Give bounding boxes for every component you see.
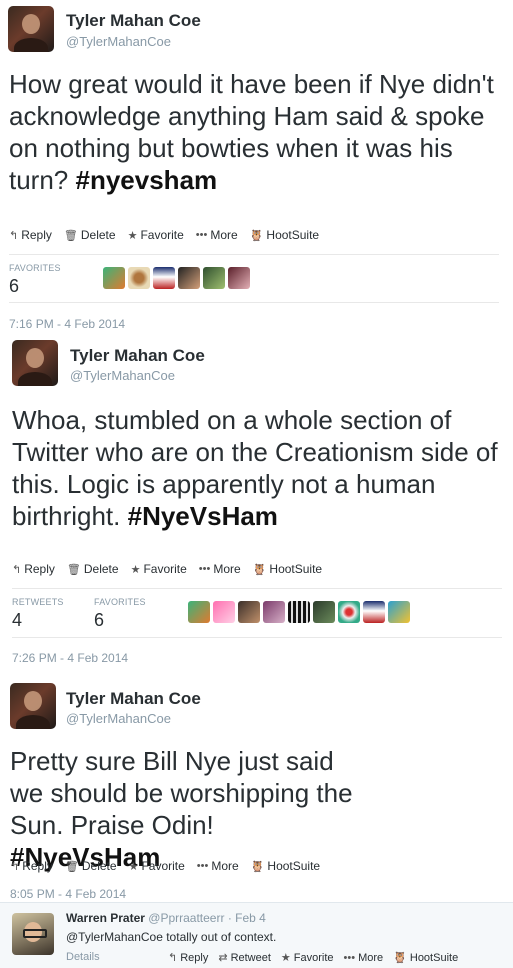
tweet-actions: ↰ Reply 🗑 Delete ★ Favorite ••• More 🦉 HootSu… (10, 859, 320, 873)
author-handle[interactable]: @TylerMahanCoe (70, 368, 175, 383)
trash-icon: 🗑 (66, 563, 81, 576)
tweet-text: How great would it have been if Nye didn… (9, 68, 504, 196)
details-link[interactable]: Details (66, 951, 100, 963)
reply-author-name[interactable]: Warren Prater (66, 911, 145, 925)
favorites-label: FAVORITES (94, 597, 146, 607)
retweet-icon: ⇄ (218, 952, 228, 964)
delete-button[interactable]: 🗑 Delete (65, 859, 117, 873)
more-button[interactable]: ••• More (197, 859, 239, 873)
reply-author: Warren Prater @Pprraatteerr · Feb 4 (66, 911, 266, 925)
hootsuite-button[interactable]: 🦉 HootSuite (393, 951, 458, 965)
more-button[interactable]: ••• More (344, 951, 384, 964)
favoriter-avatar[interactable] (263, 601, 285, 623)
hashtag-link[interactable]: #nyevsham (76, 165, 218, 195)
author-name[interactable]: Tyler Mahan Coe (66, 689, 201, 709)
tweet-actions: ↰ Reply 🗑 Delete ★ Favorite ••• More 🦉 HootSu… (12, 562, 322, 576)
favoriter-avatar[interactable] (313, 601, 335, 623)
reply-button[interactable]: ↰ Reply (168, 951, 208, 965)
favoriter-avatar[interactable] (103, 267, 125, 289)
retweets-label: RETWEETS (12, 597, 64, 607)
more-button[interactable]: ••• More (199, 562, 241, 576)
favoriter-avatars (103, 267, 250, 289)
favorites-count[interactable]: 6 (9, 276, 19, 297)
favorite-button[interactable]: ★ Favorite (128, 228, 184, 242)
hootsuite-owl-icon: 🦉 (252, 563, 267, 576)
timestamp[interactable]: 7:26 PM - 4 Feb 2014 (12, 651, 128, 665)
avatar[interactable] (10, 683, 56, 729)
timestamp[interactable]: 7:16 PM - 4 Feb 2014 (9, 317, 125, 331)
hootsuite-button[interactable]: 🦉 HootSuite (250, 228, 319, 242)
tweet-body: Pretty sure Bill Nye just said we should… (10, 746, 353, 840)
reply-tweet[interactable]: Warren Prater @Pprraatteerr · Feb 4 @Tyl… (0, 902, 513, 968)
favoriter-avatar[interactable] (388, 601, 410, 623)
ellipsis-icon: ••• (196, 860, 209, 872)
reply-actions: ↰ Reply ⇄ Retweet ★ Favorite ••• More 🦉 HootS… (168, 951, 458, 965)
favoriter-avatar[interactable] (213, 601, 235, 623)
favorite-button[interactable]: ★ Favorite (129, 859, 185, 873)
ellipsis-icon: ••• (195, 229, 208, 241)
favoriter-avatar[interactable] (338, 601, 360, 623)
retweets-count[interactable]: 4 (12, 610, 22, 631)
reply-button[interactable]: ↰ Reply (12, 562, 55, 576)
avatar[interactable] (12, 913, 54, 955)
reply-arrow-icon: ↰ (10, 860, 20, 873)
retweet-button[interactable]: ⇄ Retweet (218, 951, 271, 965)
reply-button[interactable]: ↰ Reply (10, 859, 53, 873)
hootsuite-owl-icon: 🦉 (393, 952, 407, 964)
favoriter-avatar[interactable] (153, 267, 175, 289)
favoriter-avatar[interactable] (128, 267, 150, 289)
reply-arrow-icon: ↰ (168, 952, 178, 964)
delete-button[interactable]: 🗑 Delete (64, 228, 116, 242)
trash-icon: 🗑 (64, 860, 79, 873)
favoriter-avatar[interactable] (238, 601, 260, 623)
favoriter-avatar[interactable] (178, 267, 200, 289)
trash-icon: 🗑 (63, 229, 78, 242)
timestamp[interactable]: 8:05 PM - 4 Feb 2014 (10, 887, 126, 901)
reply-arrow-icon: ↰ (9, 229, 19, 242)
avatar[interactable] (8, 6, 54, 52)
star-icon: ★ (130, 563, 141, 576)
tweet-text: Whoa, stumbled on a whole section of Twi… (12, 404, 507, 532)
delete-button[interactable]: 🗑 Delete (67, 562, 119, 576)
favoriter-avatar[interactable] (188, 601, 210, 623)
tweet-text: Pretty sure Bill Nye just said we should… (10, 745, 370, 873)
star-icon: ★ (280, 952, 291, 964)
author-handle[interactable]: @TylerMahanCoe (66, 711, 171, 726)
tweet-stats: FAVORITES 6 (9, 254, 499, 303)
author-name[interactable]: Tyler Mahan Coe (66, 11, 201, 31)
avatar[interactable] (12, 340, 58, 386)
favorite-button[interactable]: ★ Favorite (280, 951, 334, 965)
favoriter-avatar[interactable] (363, 601, 385, 623)
star-icon: ★ (127, 229, 138, 242)
favoriter-avatars (188, 601, 410, 623)
hootsuite-owl-icon: 🦉 (250, 860, 265, 873)
reply-arrow-icon: ↰ (12, 563, 22, 576)
star-icon: ★ (128, 860, 139, 873)
hootsuite-button[interactable]: 🦉 HootSuite (253, 562, 322, 576)
favorites-label: FAVORITES (9, 263, 61, 273)
hootsuite-owl-icon: 🦉 (249, 229, 264, 242)
favorite-button[interactable]: ★ Favorite (131, 562, 187, 576)
tweet-stats: RETWEETS 4 FAVORITES 6 (12, 588, 502, 638)
author-handle[interactable]: @TylerMahanCoe (66, 34, 171, 49)
ellipsis-icon: ••• (343, 951, 356, 964)
hootsuite-button[interactable]: 🦉 HootSuite (251, 859, 320, 873)
favoriter-avatar[interactable] (288, 601, 310, 623)
reply-button[interactable]: ↰ Reply (9, 228, 52, 242)
hashtag-link[interactable]: #NyeVsHam (128, 501, 278, 531)
favorites-count[interactable]: 6 (94, 610, 104, 631)
favoriter-avatar[interactable] (228, 267, 250, 289)
reply-text: @TylerMahanCoe totally out of context. (66, 930, 277, 944)
tweet-actions: ↰ Reply 🗑 Delete ★ Favorite ••• More 🦉 HootSu… (9, 228, 319, 242)
favoriter-avatar[interactable] (203, 267, 225, 289)
author-name[interactable]: Tyler Mahan Coe (70, 346, 205, 366)
reply-author-handle[interactable]: @Pprraatteerr (148, 911, 224, 925)
ellipsis-icon: ••• (198, 563, 211, 575)
more-button[interactable]: ••• More (196, 228, 238, 242)
reply-date[interactable]: · Feb 4 (228, 911, 266, 925)
